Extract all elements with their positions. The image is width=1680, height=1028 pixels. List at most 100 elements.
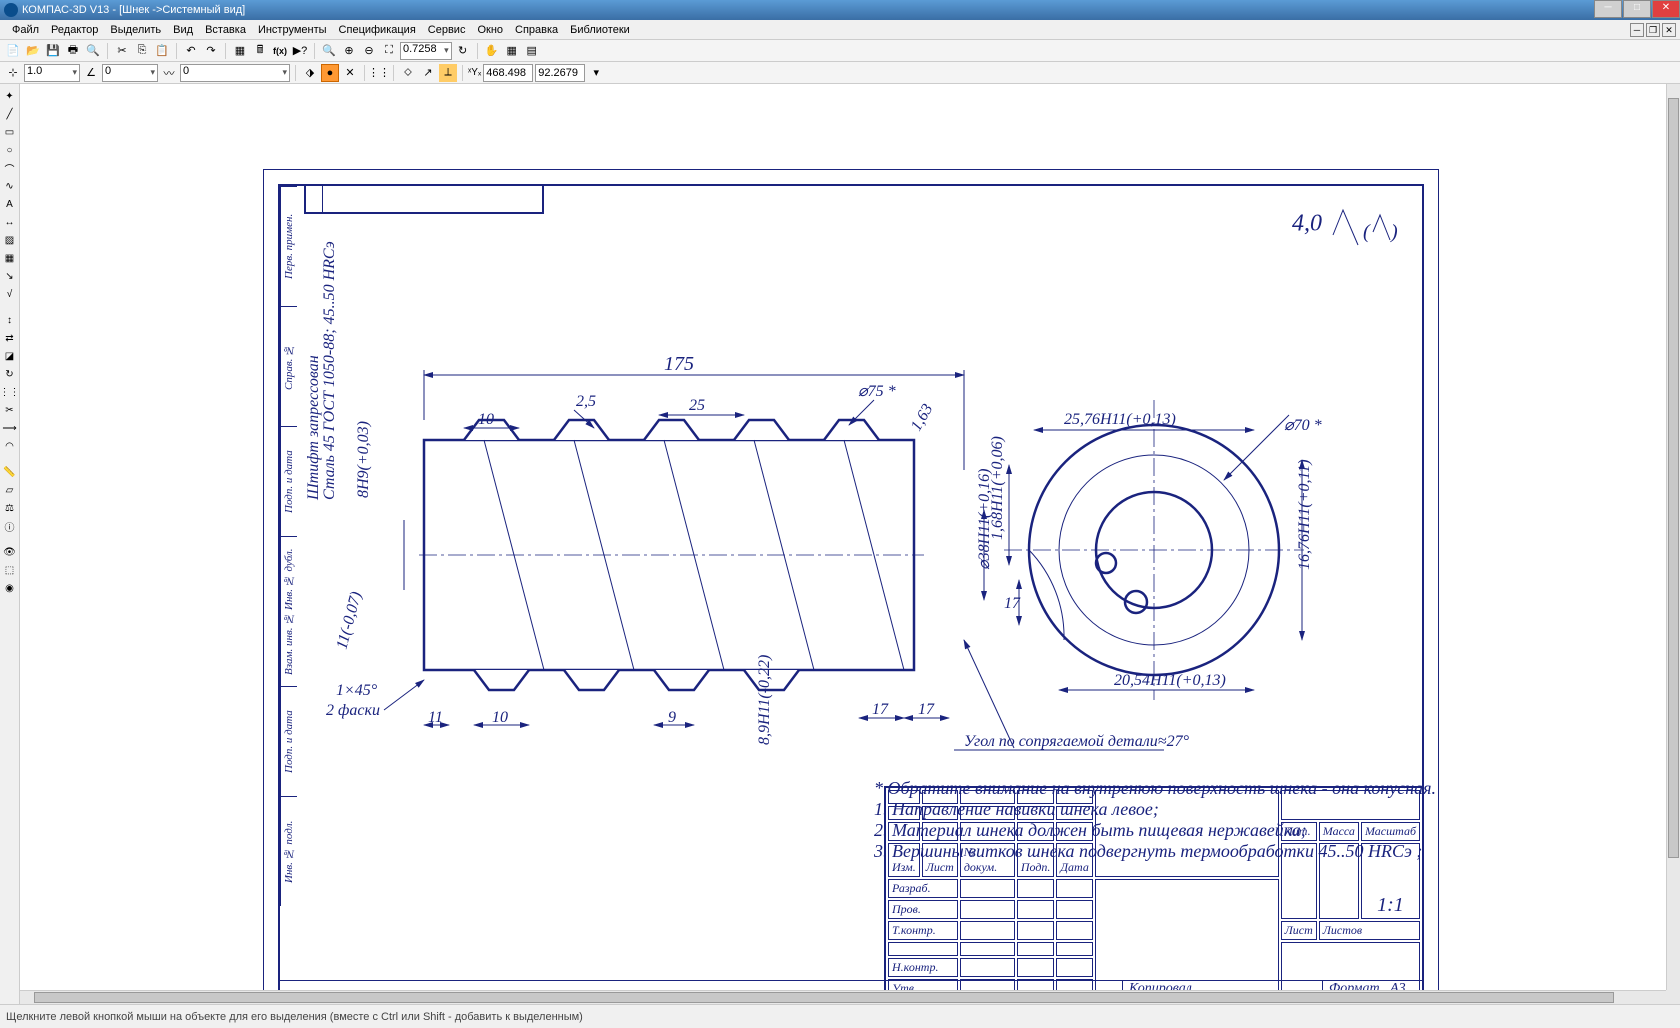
edit1-tool[interactable]: ↕: [2, 312, 18, 328]
angle-combo[interactable]: 0: [102, 64, 158, 82]
detail-tool[interactable]: ◉: [2, 580, 18, 596]
svg-text:17: 17: [1004, 595, 1021, 612]
snap-button[interactable]: ⊹: [4, 64, 22, 82]
new-button[interactable]: 📄: [4, 42, 22, 60]
save-button[interactable]: 💾: [44, 42, 62, 60]
text-tool[interactable]: A: [2, 196, 18, 212]
zoom-combo[interactable]: 0.7258: [400, 42, 452, 60]
fillet-tool[interactable]: ◠: [2, 438, 18, 454]
snap-mid-button[interactable]: ●: [321, 64, 339, 82]
snap-int-button[interactable]: ✕: [341, 64, 359, 82]
array-tool[interactable]: ⋮⋮: [2, 384, 18, 400]
svg-text:10: 10: [492, 709, 508, 726]
menu-service[interactable]: Сервис: [422, 22, 472, 38]
menu-spec[interactable]: Спецификация: [333, 22, 422, 38]
hatch-tool[interactable]: ▨: [2, 232, 18, 248]
print-button[interactable]: 🖶: [64, 42, 82, 60]
point-tool[interactable]: ✦: [2, 88, 18, 104]
menu-edit[interactable]: Редактор: [45, 22, 104, 38]
svg-text:1×45°: 1×45°: [336, 682, 378, 699]
preview-button[interactable]: 🔍: [84, 42, 102, 60]
svg-text:8H9(+0,03): 8H9(+0,03): [355, 421, 372, 498]
menu-window[interactable]: Окно: [471, 22, 509, 38]
rotate-tool[interactable]: ↻: [2, 366, 18, 382]
drawing-canvas[interactable]: 4,0 ( ) Перв. примен. Справ. № Подп. и д…: [20, 84, 1666, 990]
redo-button[interactable]: ↷: [202, 42, 220, 60]
svg-text:2,5: 2,5: [576, 393, 596, 410]
doc-close-button[interactable]: ✕: [1662, 23, 1676, 37]
copy-button[interactable]: ⎘: [133, 42, 151, 60]
info-tool[interactable]: ⓘ: [2, 518, 18, 534]
close-button[interactable]: ✕: [1652, 0, 1680, 18]
coord-y-input[interactable]: [535, 64, 585, 82]
fx-button[interactable]: f(x): [271, 42, 289, 60]
zoom-fit-button[interactable]: ⛶: [380, 42, 398, 60]
measure-tool[interactable]: 📏: [2, 464, 18, 480]
calc-button[interactable]: 🖩: [251, 42, 269, 60]
svg-text:Угол по сопрягаемой детали≈27°: Угол по сопрягаемой детали≈27°: [964, 733, 1190, 750]
scrollbar-vertical[interactable]: [1666, 84, 1680, 990]
leader-tool[interactable]: ↘: [2, 268, 18, 284]
area-tool[interactable]: ▱: [2, 482, 18, 498]
zoom-in-button[interactable]: ⊕: [340, 42, 358, 60]
menu-file[interactable]: Файл: [6, 22, 45, 38]
dim-tool[interactable]: ↔: [2, 214, 18, 230]
rough-tool[interactable]: √: [2, 286, 18, 302]
polar-button[interactable]: ↗: [419, 64, 437, 82]
menu-select[interactable]: Выделить: [104, 22, 167, 38]
line-tool[interactable]: ╱: [2, 106, 18, 122]
rect-tool[interactable]: ▭: [2, 124, 18, 140]
help-context-button[interactable]: ▶?: [291, 42, 309, 60]
style-button[interactable]: 〰: [160, 64, 178, 82]
ortho-button[interactable]: ⬦: [399, 64, 417, 82]
zoom-area-button[interactable]: 🔍: [320, 42, 338, 60]
angle-button[interactable]: ∠: [82, 64, 100, 82]
menu-tools[interactable]: Инструменты: [252, 22, 333, 38]
extend-tool[interactable]: ⟶: [2, 420, 18, 436]
scrollbar-horizontal[interactable]: [20, 990, 1666, 1004]
menu-view[interactable]: Вид: [167, 22, 199, 38]
bottom-stamp: Копировал Формат А3: [280, 980, 1422, 990]
coord-lock-button[interactable]: ▾: [587, 64, 605, 82]
svg-text:25,76H11(+0,13): 25,76H11(+0,13): [1064, 411, 1176, 428]
menu-libs[interactable]: Библиотеки: [564, 22, 636, 38]
snap-end-button[interactable]: ⬗: [301, 64, 319, 82]
view-tool[interactable]: 👁: [2, 544, 18, 560]
layers-button[interactable]: ▤: [523, 42, 541, 60]
paste-button[interactable]: 📋: [153, 42, 171, 60]
doc-restore-button[interactable]: ❐: [1646, 23, 1660, 37]
step-combo[interactable]: 1.0: [24, 64, 80, 82]
left-toolbar: ✦ ╱ ▭ ○ ⌒ ∿ A ↔ ▨ ▦ ↘ √ ↕ ⇄ ◪ ↻ ⋮⋮ ✂ ⟶ ◠…: [0, 84, 20, 1004]
arc-tool[interactable]: ⌒: [2, 160, 18, 176]
refresh-button[interactable]: ↻: [454, 42, 472, 60]
grid-show-button[interactable]: ⋮⋮: [370, 64, 388, 82]
props-button[interactable]: ▦: [231, 42, 249, 60]
pan-button[interactable]: ✋: [483, 42, 501, 60]
menubar: Файл Редактор Выделить Вид Вставка Инстр…: [0, 20, 1680, 40]
undo-button[interactable]: ↶: [182, 42, 200, 60]
trim-tool[interactable]: ✂: [2, 402, 18, 418]
svg-text:Штифт запрессован: Штифт запрессован: [305, 355, 322, 501]
menu-help[interactable]: Справка: [509, 22, 564, 38]
mirror-tool[interactable]: ◪: [2, 348, 18, 364]
layer-combo[interactable]: 0: [180, 64, 290, 82]
svg-text:25: 25: [689, 397, 705, 414]
svg-text:11(-0,07): 11(-0,07): [333, 590, 365, 651]
menu-insert[interactable]: Вставка: [199, 22, 252, 38]
minimize-button[interactable]: ─: [1594, 0, 1622, 18]
circle-tool[interactable]: ○: [2, 142, 18, 158]
spline-tool[interactable]: ∿: [2, 178, 18, 194]
svg-text:10: 10: [478, 411, 494, 428]
coord-x-input[interactable]: [483, 64, 533, 82]
cut-button[interactable]: ✂: [113, 42, 131, 60]
maximize-button[interactable]: □: [1623, 0, 1651, 18]
section-tool[interactable]: ⬚: [2, 562, 18, 578]
doc-minimize-button[interactable]: ─: [1630, 23, 1644, 37]
mass-tool[interactable]: ⚖: [2, 500, 18, 516]
edit2-tool[interactable]: ⇄: [2, 330, 18, 346]
open-button[interactable]: 📂: [24, 42, 42, 60]
table-tool[interactable]: ▦: [2, 250, 18, 266]
zoom-out-button[interactable]: ⊖: [360, 42, 378, 60]
grid-button[interactable]: ▦: [503, 42, 521, 60]
track-button[interactable]: ⟂: [439, 64, 457, 82]
